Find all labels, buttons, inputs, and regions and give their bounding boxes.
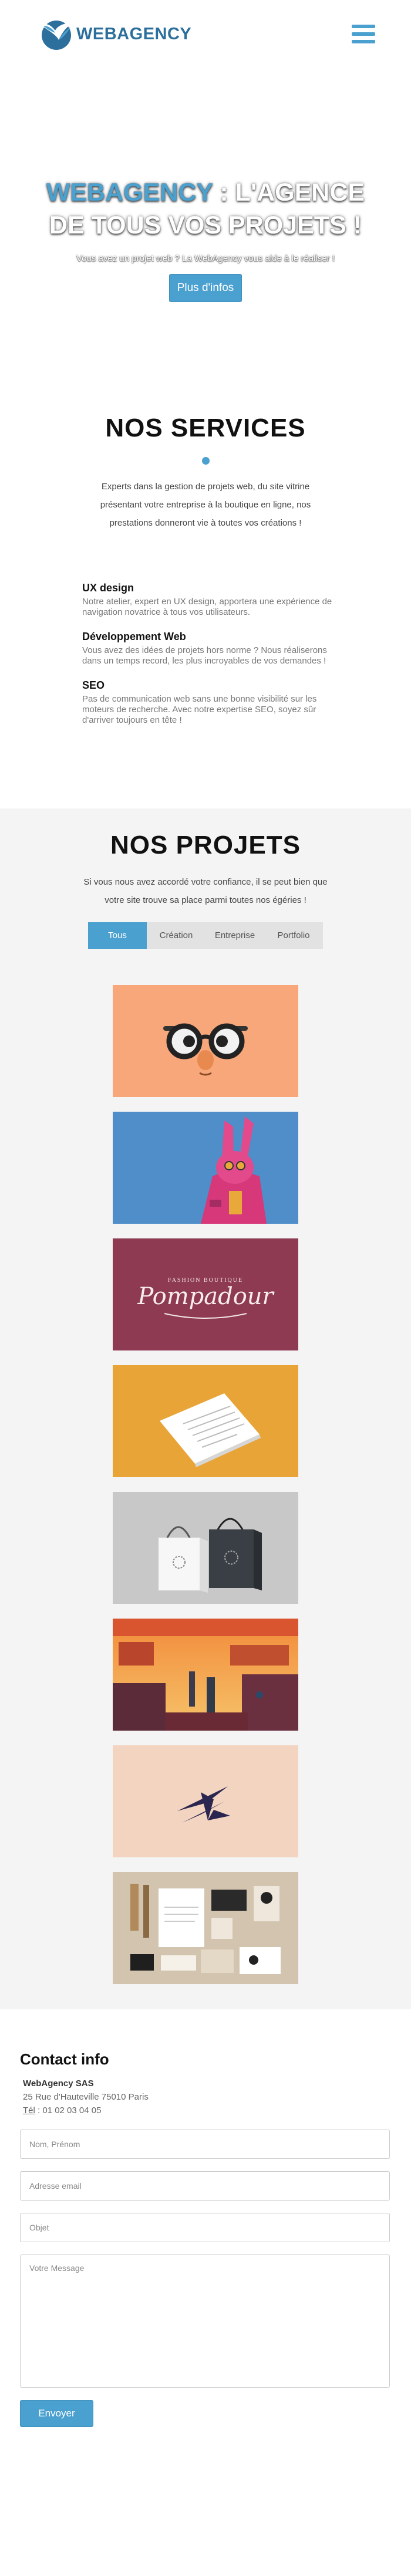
hero-title: WEBAGENCY : L'AGENCE DE TOUS VOS PROJETS… (0, 176, 411, 242)
service-title: Développement Web (82, 631, 186, 642)
projects-title: NOS PROJETS (110, 831, 301, 859)
tab-creation[interactable]: Création (147, 922, 206, 949)
project-gallery: FASHION BOUTIQUE Pompadour (113, 985, 298, 1999)
more-info-button[interactable]: Plus d'infos (169, 274, 242, 302)
phone-value: : 01 02 03 04 05 (35, 2106, 102, 2115)
pink-rabbit-illustration-image[interactable] (113, 1112, 298, 1224)
hero-subtitle: Vous avez un projet web ? La WebAgency v… (76, 253, 335, 263)
name-field[interactable] (20, 2130, 390, 2159)
phone-label: Tél (23, 2106, 35, 2115)
send-button[interactable]: Envoyer (20, 2400, 93, 2427)
shopping-bags-image[interactable] (113, 1492, 298, 1604)
tab-tous[interactable]: Tous (88, 922, 147, 949)
service-list: UX design Notre atelier, expert en UX de… (82, 582, 335, 739)
phone: Tél : 01 02 03 04 05 (23, 2104, 391, 2117)
street-address: 25 Rue d'Hauteville 75010 Paris (23, 2092, 149, 2102)
service-desc: Notre atelier, expert en UX design, appo… (82, 597, 332, 617)
service-desc: Vous avez des idées de projets hors norm… (82, 645, 327, 666)
services-section: NOS SERVICES Experts dans la gestion de … (0, 414, 411, 725)
hero-title-line-2: DE TOUS VOS PROJETS ! (49, 211, 362, 239)
stationery-mockup-image[interactable] (113, 1872, 298, 1984)
hero-title-brand: WEBAGENCY (46, 178, 213, 207)
tab-portfolio[interactable]: Portfolio (264, 922, 323, 949)
section-dot (201, 457, 210, 465)
services-title: NOS SERVICES (105, 414, 306, 442)
project-filter-tabs: Tous Création Entreprise Portfolio (88, 922, 323, 949)
pompadour-script-text: Pompadour (137, 1283, 275, 1310)
service-item: UX design Notre atelier, expert en UX de… (82, 582, 335, 618)
contact-section: Contact info WebAgency SAS 25 Rue d'Haut… (20, 2050, 391, 2427)
tab-entreprise[interactable]: Entreprise (206, 922, 264, 949)
services-intro: Experts dans la gestion de projets web, … (100, 482, 311, 528)
logo-text: WEBAGENCY (76, 24, 192, 43)
paper-mockup-image[interactable] (113, 1365, 298, 1477)
contact-title: Contact info (20, 2050, 109, 2068)
logo[interactable]: WEBAGENCY (39, 18, 191, 50)
glasses-illustration-image[interactable] (113, 985, 298, 1097)
hero-section: WEBAGENCY : L'AGENCE DE TOUS VOS PROJETS… (0, 176, 411, 302)
bird-logo-icon (40, 21, 73, 50)
hero-title-rest: : L'AGENCE (213, 178, 365, 207)
service-title: UX design (82, 582, 134, 594)
contact-form: Envoyer (20, 2130, 391, 2427)
site-header: WEBAGENCY (0, 0, 411, 67)
city-sunset-illustration-image[interactable] (113, 1619, 298, 1731)
message-field[interactable] (20, 2255, 390, 2388)
service-item: Développement Web Vous avez des idées de… (82, 631, 335, 666)
email-field[interactable] (20, 2171, 390, 2201)
pompadour-logo-image[interactable]: FASHION BOUTIQUE Pompadour (113, 1238, 298, 1350)
service-desc: Pas de communication web sans une bonne … (82, 694, 317, 725)
service-item: SEO Pas de communication web sans une bo… (82, 679, 335, 726)
company-name: WebAgency SAS (23, 2079, 94, 2088)
projects-intro: Si vous nous avez accordé votre confianc… (83, 877, 328, 905)
service-title: SEO (82, 679, 105, 691)
subject-field[interactable] (20, 2213, 390, 2242)
bird-logo-image[interactable] (113, 1745, 298, 1857)
contact-address: WebAgency SAS 25 Rue d'Hauteville 75010 … (23, 2077, 391, 2117)
hamburger-menu-icon[interactable] (352, 25, 375, 43)
projects-section: NOS PROJETS Si vous nous avez accordé vo… (0, 808, 411, 2009)
